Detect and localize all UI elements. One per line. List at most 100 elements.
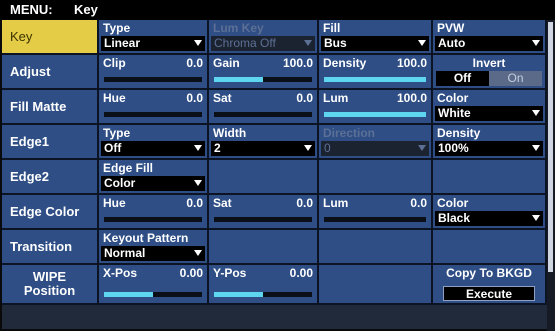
- chevron-down-icon: [532, 110, 540, 116]
- edge-fill-value: Color: [104, 176, 136, 190]
- menu-name: Key: [74, 2, 98, 17]
- ec-hue-slider[interactable]: [104, 217, 202, 222]
- row-edge1: Edge1 Type Off Width 2 Direction 0 Densi…: [2, 125, 547, 160]
- lum-key-value: Chroma Off: [214, 36, 276, 50]
- copy-to-bkgd-title: Copy To BKGD: [446, 266, 532, 280]
- invert-toggle[interactable]: Off On: [436, 71, 542, 86]
- row-label-edge2[interactable]: Edge2: [2, 160, 99, 193]
- wipe-label-line2: Position: [23, 283, 76, 298]
- x-pos-cell[interactable]: X-Pos 0.00: [99, 265, 209, 303]
- row-label-edge1[interactable]: Edge1: [2, 125, 99, 158]
- invert-title: Invert: [472, 56, 506, 70]
- y-pos-cell[interactable]: Y-Pos 0.00: [209, 265, 319, 303]
- edge1-density-dropdown[interactable]: 100%: [435, 141, 543, 156]
- parameter-grid: Key Type Linear Lum Key Chroma Off Fill …: [2, 20, 547, 329]
- chevron-down-icon: [304, 145, 312, 151]
- edge1-density-value: 100%: [438, 141, 469, 155]
- ec-lum-value: 0.0: [410, 196, 427, 210]
- ec-lum-slider[interactable]: [324, 217, 426, 222]
- fill-dropdown[interactable]: Bus: [321, 36, 429, 51]
- key-type-dropdown[interactable]: Linear: [101, 36, 205, 51]
- fm-color-dropdown[interactable]: White: [435, 106, 543, 121]
- invert-cell[interactable]: Invert Off On: [433, 55, 547, 88]
- row-label-adjust[interactable]: Adjust: [2, 55, 99, 88]
- edge1-density-cell[interactable]: Density 100%: [433, 125, 547, 158]
- edge1-type-value: Off: [104, 141, 122, 155]
- chevron-down-icon: [418, 145, 426, 151]
- pvw-dropdown[interactable]: Auto: [435, 36, 543, 51]
- execute-button[interactable]: Execute: [443, 286, 535, 301]
- clip-cell[interactable]: Clip 0.0: [99, 55, 209, 88]
- density-slider-fill: [324, 77, 426, 82]
- clip-title: Clip: [103, 56, 126, 70]
- x-pos-title: X-Pos: [103, 266, 138, 280]
- invert-off-option[interactable]: Off: [436, 71, 489, 86]
- invert-on-option[interactable]: On: [489, 71, 542, 86]
- edge1-direction-dropdown: 0: [321, 141, 429, 156]
- edge-fill-cell[interactable]: Edge Fill Color: [99, 160, 209, 193]
- keyout-pattern-cell[interactable]: Keyout Pattern Normal: [99, 230, 209, 263]
- y-pos-title: Y-Pos: [213, 266, 247, 280]
- density-slider[interactable]: [324, 77, 426, 82]
- empty-cell: [209, 160, 319, 193]
- ec-sat-cell[interactable]: Sat 0.0: [209, 195, 319, 228]
- pvw-cell[interactable]: PVW Auto: [433, 20, 547, 53]
- x-pos-slider-fill: [104, 292, 153, 297]
- edge1-width-cell[interactable]: Width 2: [209, 125, 319, 158]
- gain-cell[interactable]: Gain 100.0: [209, 55, 319, 88]
- fm-sat-slider[interactable]: [214, 112, 312, 117]
- empty-cell: [319, 265, 433, 303]
- edge-fill-dropdown[interactable]: Color: [101, 176, 205, 191]
- density-cell[interactable]: Density 100.0: [319, 55, 433, 88]
- y-pos-slider[interactable]: [214, 292, 312, 297]
- empty-cell: [319, 230, 433, 263]
- fm-hue-slider[interactable]: [104, 112, 202, 117]
- fm-hue-title: Hue: [103, 91, 126, 105]
- x-pos-value: 0.00: [179, 266, 203, 280]
- empty-cell: [209, 230, 319, 263]
- fm-lum-slider-fill: [324, 112, 426, 117]
- ec-lum-cell[interactable]: Lum 0.0: [319, 195, 433, 228]
- edge1-density-title: Density: [437, 126, 481, 140]
- copy-to-bkgd-cell[interactable]: Copy To BKGD Execute: [433, 265, 547, 303]
- lum-key-cell: Lum Key Chroma Off: [209, 20, 319, 53]
- chevron-down-icon: [194, 40, 202, 46]
- row-label-fill-matte[interactable]: Fill Matte: [2, 90, 99, 123]
- keyout-pattern-title: Keyout Pattern: [103, 231, 189, 245]
- fm-sat-title: Sat: [213, 91, 232, 105]
- edge1-type-dropdown[interactable]: Off: [101, 141, 205, 156]
- edge1-width-dropdown[interactable]: 2: [211, 141, 315, 156]
- ec-color-cell[interactable]: Color Black: [433, 195, 547, 228]
- clip-slider[interactable]: [104, 77, 202, 82]
- fm-hue-cell[interactable]: Hue 0.0: [99, 90, 209, 123]
- fill-cell[interactable]: Fill Bus: [319, 20, 433, 53]
- row-label-transition[interactable]: Transition: [2, 230, 99, 263]
- x-pos-slider[interactable]: [104, 292, 202, 297]
- row-label-edge-color[interactable]: Edge Color: [2, 195, 99, 228]
- empty-cell: [433, 160, 547, 193]
- row-adjust: Adjust Clip 0.0 Gain 100.0 Density 100.0…: [2, 55, 547, 90]
- row-transition: Transition Keyout Pattern Normal: [2, 230, 547, 265]
- ec-hue-cell[interactable]: Hue 0.0: [99, 195, 209, 228]
- scrollbar-thumb[interactable]: [548, 22, 553, 272]
- fill-value: Bus: [324, 36, 347, 50]
- row-label-wipe-position[interactable]: WIPE Position: [2, 265, 99, 303]
- fm-color-cell[interactable]: Color White: [433, 90, 547, 123]
- density-value: 100.0: [396, 56, 427, 70]
- ec-sat-slider[interactable]: [214, 217, 312, 222]
- chevron-down-icon: [194, 250, 202, 256]
- keyout-pattern-dropdown[interactable]: Normal: [101, 246, 205, 261]
- menu-title-bar: MENU: Key: [0, 0, 555, 20]
- fm-lum-slider[interactable]: [324, 112, 426, 117]
- edge1-direction-value: 0: [324, 141, 331, 155]
- ec-color-dropdown[interactable]: Black: [435, 211, 543, 226]
- ec-sat-value: 0.0: [296, 196, 313, 210]
- fm-sat-cell[interactable]: Sat 0.0: [209, 90, 319, 123]
- vertical-scrollbar[interactable]: [547, 20, 555, 331]
- fm-lum-cell[interactable]: Lum 100.0: [319, 90, 433, 123]
- gain-slider[interactable]: [214, 77, 312, 82]
- row-label-key[interactable]: Key: [2, 20, 99, 53]
- edge1-type-cell[interactable]: Type Off: [99, 125, 209, 158]
- chevron-down-icon: [532, 215, 540, 221]
- key-type-cell[interactable]: Type Linear: [99, 20, 209, 53]
